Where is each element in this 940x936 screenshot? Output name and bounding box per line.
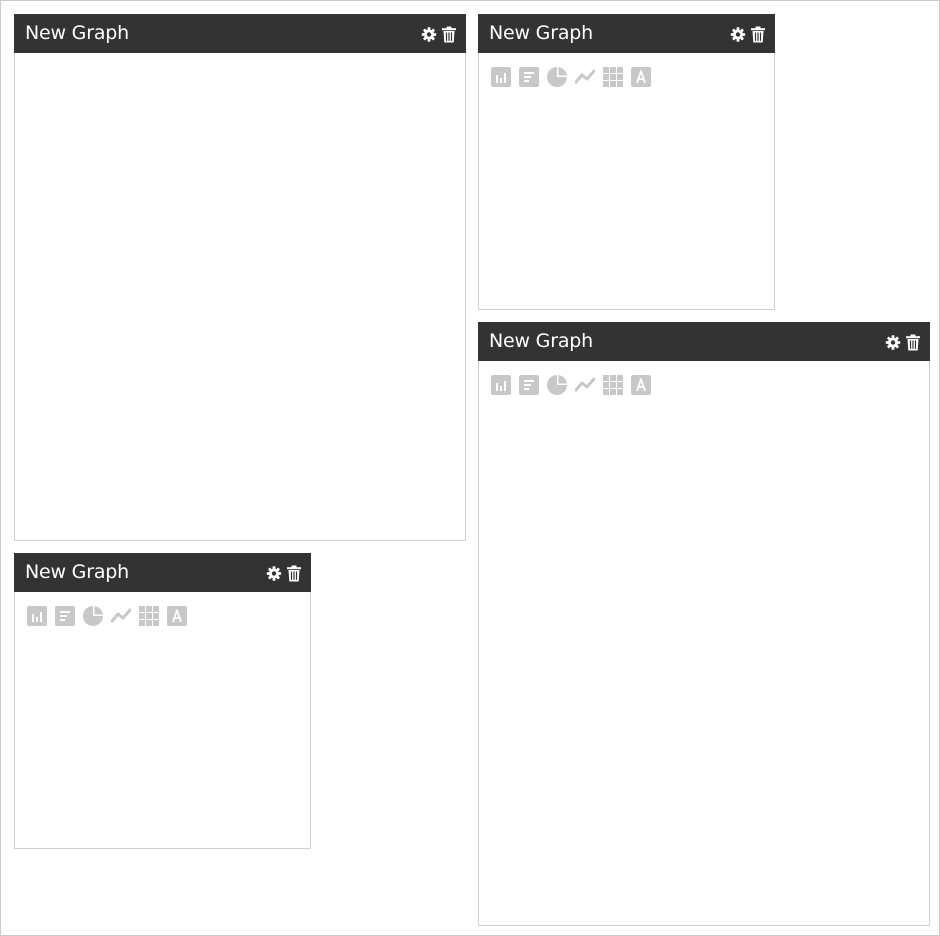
trash-icon[interactable] [441,26,457,43]
line-chart-icon[interactable] [575,375,595,395]
gear-icon[interactable] [885,334,901,351]
text-icon[interactable] [167,606,187,626]
table-icon[interactable] [603,67,623,87]
gear-icon[interactable] [266,565,282,582]
pie-chart-icon[interactable] [547,375,567,395]
widget-header[interactable]: New Graph [478,14,775,53]
widget-header[interactable]: New Graph [14,14,466,53]
graph-widget: New Graph [14,553,311,849]
graph-widget: New Graph [478,322,930,926]
table-icon[interactable] [603,375,623,395]
graph-widget: New Graph [14,14,466,541]
line-chart-icon[interactable] [575,67,595,87]
widget-actions [266,564,302,582]
gear-icon[interactable] [730,26,746,43]
chart-type-toolbar [27,606,187,626]
trash-icon[interactable] [750,26,766,43]
text-icon[interactable] [631,67,651,87]
trash-icon[interactable] [286,565,302,582]
graph-widget: New Graph [478,14,775,310]
widget-title[interactable]: New Graph [25,22,129,44]
widget-header[interactable]: New Graph [14,553,311,592]
gear-icon[interactable] [421,26,437,43]
bar-chart-icon[interactable] [27,606,47,626]
chart-type-toolbar [491,67,651,87]
table-icon[interactable] [139,606,159,626]
line-chart-icon[interactable] [111,606,131,626]
text-icon[interactable] [631,375,651,395]
horizontal-bar-chart-icon[interactable] [519,375,539,395]
widget-actions [730,25,766,43]
trash-icon[interactable] [905,334,921,351]
widget-title[interactable]: New Graph [489,330,593,352]
widget-actions [421,25,457,43]
widget-actions [885,333,921,351]
pie-chart-icon[interactable] [83,606,103,626]
widget-header[interactable]: New Graph [478,322,930,361]
bar-chart-icon[interactable] [491,67,511,87]
horizontal-bar-chart-icon[interactable] [55,606,75,626]
chart-type-toolbar [491,375,651,395]
widget-title[interactable]: New Graph [489,22,593,44]
pie-chart-icon[interactable] [547,67,567,87]
horizontal-bar-chart-icon[interactable] [519,67,539,87]
dashboard-canvas: New Graph New Graph New Graph New Graph [0,0,940,936]
bar-chart-icon[interactable] [491,375,511,395]
widget-title[interactable]: New Graph [25,561,129,583]
